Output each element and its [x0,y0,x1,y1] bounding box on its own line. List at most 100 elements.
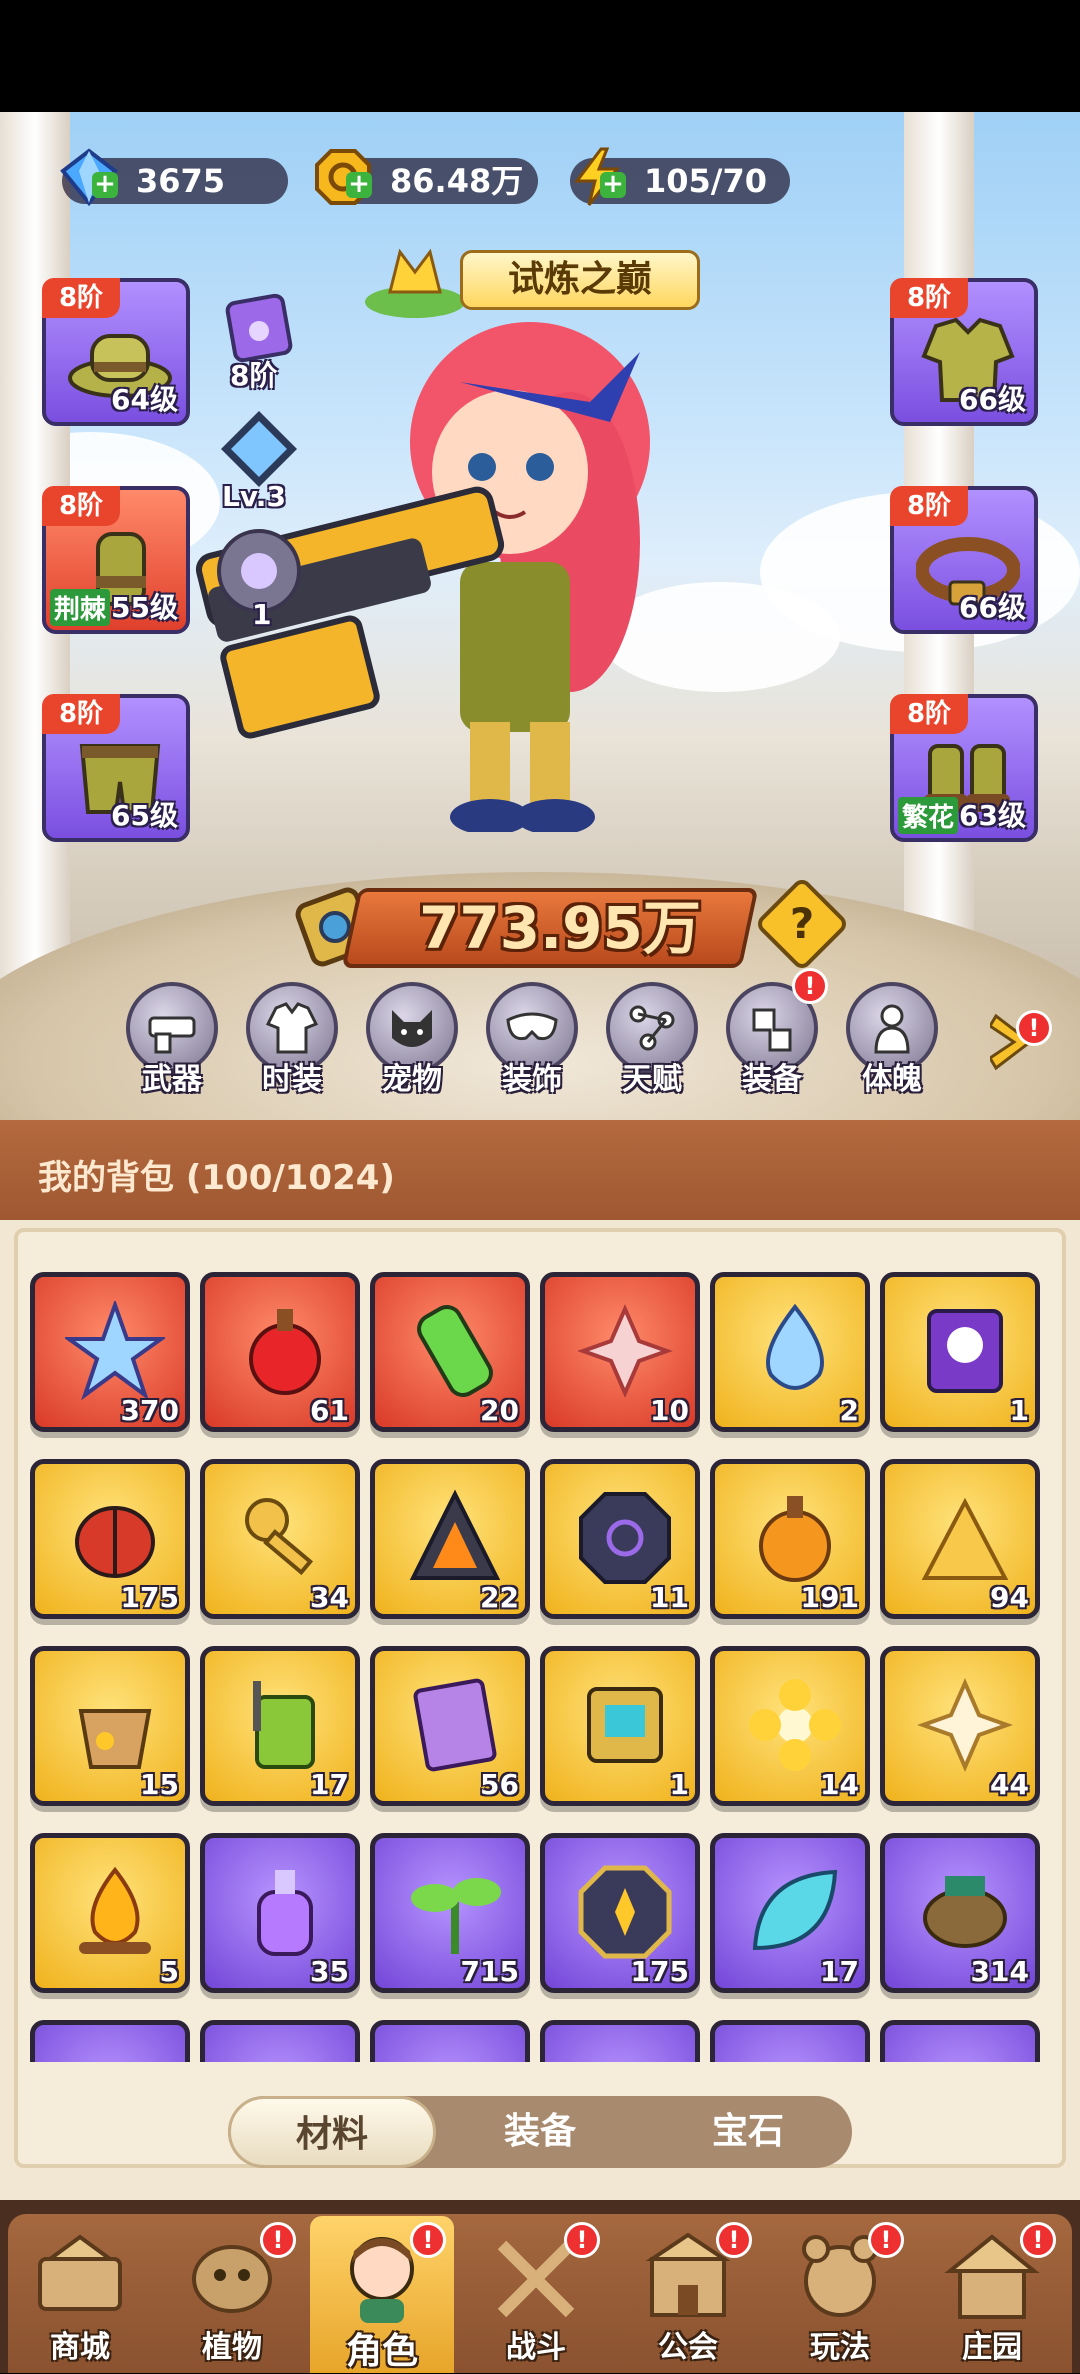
inventory-grid[interactable]: 370 61 20 10 2 1 175 34 22 11 191 94 15 17 56 1 14 44 5 35 7… [30,1272,1050,2062]
trial-summit-banner[interactable]: 试炼之巅 [360,232,720,322]
gear-tier: 8阶 [890,694,968,734]
inventory-item[interactable]: 1 [540,1646,700,1806]
item-count: 35 [310,1955,349,1988]
gear-set-tag: 荆棘 [50,589,111,626]
fire-shard-icon [409,1489,501,1580]
knot-emblem-gold-icon [917,1678,1013,1772]
inventory-item[interactable]: 61 [200,1272,360,1432]
add-stamina-button[interactable]: + [600,171,626,198]
menu-weapon[interactable]: 武器 [120,982,224,1102]
menu-label: 时装 [262,1062,322,1097]
gear-slot-jacket[interactable]: 8阶 66级 [890,278,1038,426]
alert-badge: ! [1020,2222,1056,2258]
nav-character[interactable]: 角色! [310,2216,454,2373]
diamond-counter[interactable]: + 3675 [60,148,288,207]
orange-potion-icon [759,1496,831,1582]
tab-equipment[interactable]: 装备 [436,2096,644,2168]
book-icon [413,1678,497,1772]
inventory-item[interactable] [370,2020,530,2062]
gear-level: 66级 [959,591,1026,624]
shop-icon [30,2232,130,2322]
red-potion-icon [249,1309,321,1395]
gear-slot-hat[interactable]: 8阶 64级 [42,278,190,426]
inventory-item[interactable] [200,2020,360,2062]
alert-badge: ! [792,968,828,1004]
inventory-item[interactable]: 14 [710,1646,870,1806]
gold-powder-icon [921,1497,1009,1580]
nav-plant[interactable]: 植物! [160,2216,304,2373]
inventory-item[interactable]: 314 [880,1833,1040,1993]
inventory-item[interactable]: 94 [880,1459,1040,1619]
cyan-leaf-icon [752,1869,838,1951]
inventory-item[interactable]: 370 [30,1272,190,1432]
stamina-counter[interactable]: + 105/70 [570,147,790,206]
nav-label: 玩法 [810,2330,870,2365]
item-count: 11 [650,1581,689,1614]
inventory-item[interactable]: 17 [200,1646,360,1806]
menu-physique[interactable]: 体魄 [840,982,944,1102]
inventory-item[interactable]: 715 [370,1833,530,1993]
inventory-item[interactable]: 2 [710,1272,870,1432]
inventory-item[interactable]: 15 [30,1646,190,1806]
key-icon [245,1498,314,1576]
inventory-item[interactable]: 17 [710,1833,870,1993]
menu-decoration[interactable]: 装饰 [480,982,584,1102]
inventory-item[interactable]: 35 [200,1833,360,1993]
inventory-item[interactable] [710,2020,870,2062]
inventory-item[interactable]: 56 [370,1646,530,1806]
inventory-item[interactable]: 175 [30,1459,190,1619]
combat-power-value: 773.95万 [419,894,701,962]
inventory-item[interactable]: 11 [540,1459,700,1619]
menu-more-button[interactable]: ! [982,1002,1052,1082]
diamond-amount: 3675 [136,162,226,200]
nav-label: 植物 [202,2330,262,2365]
gear-slot-gloves[interactable]: 8阶 荆棘 55级 [42,486,190,634]
inventory-item[interactable] [880,2020,1040,2062]
bag-tab-bar: 材料 装备 宝石 [228,2096,852,2168]
item-count: 22 [480,1581,519,1614]
nav-manor[interactable]: 庄园! [920,2216,1064,2373]
alert-badge: ! [564,2222,600,2258]
inventory-item[interactable]: 44 [880,1646,1040,1806]
inventory-item[interactable]: 20 [370,1272,530,1432]
gear-slot-boots[interactable]: 8阶 繁花 63级 [890,694,1038,842]
tab-gems[interactable]: 宝石 [644,2096,852,2168]
menu-costume[interactable]: 时装 [240,982,344,1102]
item-count: 175 [120,1581,179,1614]
inventory-item[interactable] [540,2020,700,2062]
orb-count: 1 [252,598,272,631]
item-count: 715 [460,1955,519,1988]
bag-title: 我的背包 (100/1024) [38,1158,395,1198]
rune-stone-icon [579,1492,671,1584]
gear-set-tag: 繁花 [898,797,959,834]
alert-badge: ! [716,2222,752,2258]
star-crystal-icon [65,1301,165,1401]
inventory-item[interactable]: 175 [540,1833,700,1993]
gold-amount: 86.48万 [390,162,524,200]
nav-guild[interactable]: 公会! [616,2216,760,2373]
add-diamond-button[interactable]: + [92,171,118,198]
nav-gameplay[interactable]: 玩法! [768,2216,912,2373]
menu-talent[interactable]: 天赋 [600,982,704,1102]
gear-slot-belt[interactable]: 8阶 66级 [890,486,1038,634]
badge-emblem-icon [578,1865,672,1959]
inventory-item[interactable]: 34 [200,1459,360,1619]
campfire-icon [79,1866,151,1954]
nav-shop[interactable]: 商城 [8,2216,152,2373]
inventory-item[interactable]: 5 [30,1833,190,1993]
inventory-item[interactable]: 191 [710,1459,870,1619]
lightning-icon: + [564,144,630,210]
menu-equipment[interactable]: 装备 ! [720,968,828,1102]
add-gold-button[interactable]: + [346,171,372,198]
tab-materials[interactable]: 材料 [228,2096,436,2168]
nav-label: 战斗 [506,2330,566,2365]
inventory-item[interactable]: 10 [540,1272,700,1432]
inventory-item[interactable] [30,2020,190,2062]
alert-badge: ! [1016,1010,1052,1046]
menu-pet[interactable]: 宠物 [360,982,464,1102]
inventory-item[interactable]: 1 [880,1272,1040,1432]
inventory-item[interactable]: 22 [370,1459,530,1619]
gold-counter[interactable]: + 86.48万 [315,149,538,205]
gear-slot-shorts[interactable]: 8阶 65级 [42,694,190,842]
nav-battle[interactable]: 战斗! [464,2216,608,2373]
